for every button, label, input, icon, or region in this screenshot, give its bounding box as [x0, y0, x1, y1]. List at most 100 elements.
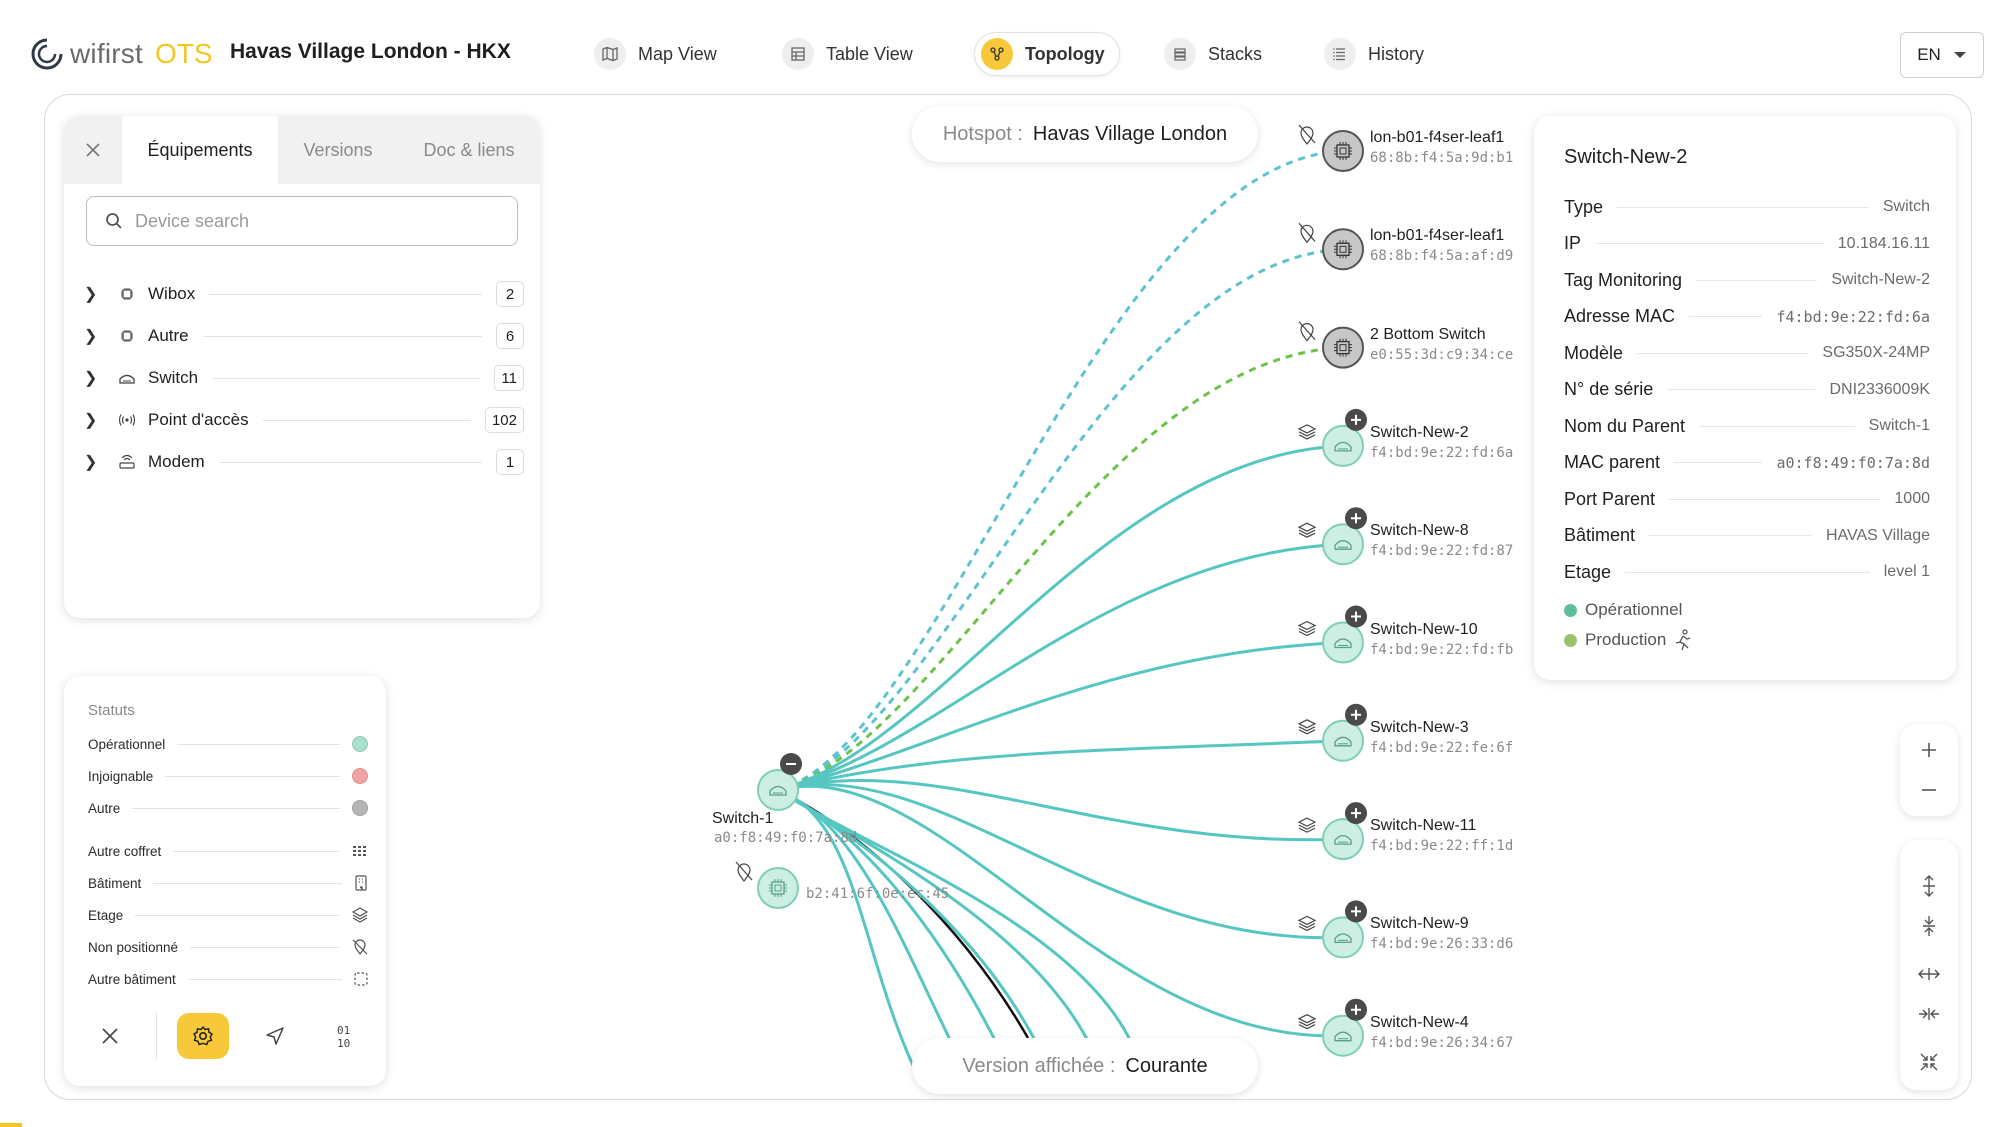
building-icon [355, 875, 367, 891]
status-production: Production [1564, 628, 1692, 652]
node-mac: f4:bd:9e:26:34:67 [1370, 1034, 1514, 1051]
detail-key: Modèle [1564, 342, 1624, 363]
category-autre[interactable]: ❯ Autre 6 [84, 320, 524, 352]
collapse-vertical-icon [1923, 916, 1935, 936]
child-node-3[interactable] [1297, 408, 1367, 467]
legend-row-non-positionne: Non positionné [88, 936, 368, 958]
device-details-panel: Switch-New-2 Type Switch IP 10.184.16.11 Tag… [1534, 116, 1956, 680]
child-node-8[interactable] [1297, 900, 1367, 959]
node-name: 2 Bottom Switch [1370, 325, 1486, 343]
divider [173, 850, 340, 852]
gear-icon [193, 1026, 213, 1046]
category-switch[interactable]: ❯ Switch 11 [84, 362, 524, 394]
graph-links [777, 149, 1344, 1081]
tab-versions[interactable]: Versions [278, 116, 398, 184]
search-input[interactable] [135, 210, 505, 232]
category-label: Modem [148, 452, 205, 471]
legend-toolbar: 01 10 [64, 1006, 386, 1066]
locate-button[interactable] [249, 1013, 301, 1059]
settings-button[interactable] [177, 1013, 229, 1059]
node-name: lon-b01-f4ser-leaf1 [1370, 129, 1505, 146]
layers-icon [1297, 1014, 1317, 1030]
detail-value: SG350X-24MP [1822, 344, 1930, 361]
detail-value: Switch-New-2 [1831, 271, 1930, 288]
fit-view-button[interactable] [1900, 1042, 1958, 1082]
zoom-out-button[interactable] [1900, 770, 1958, 810]
child-node-1[interactable] [1298, 222, 1364, 271]
close-panel-button[interactable] [64, 116, 122, 184]
node-name: Switch-1 [712, 810, 774, 827]
node-name: lon-b01-f4ser-leaf1 [1370, 227, 1505, 245]
chip-icon [112, 286, 142, 302]
detail-value: f4:bd:9e:22:fd:6a [1776, 307, 1930, 326]
child-node-2[interactable] [1298, 321, 1364, 369]
detail-row: Tag Monitoring Switch-New-2 [1564, 267, 1930, 293]
root-node[interactable] [757, 753, 802, 811]
version-indicator[interactable]: Version affichée : Courante [912, 1038, 1258, 1094]
legend-row-batiment: Bâtiment [88, 872, 368, 894]
layers-icon [1297, 522, 1317, 538]
child-node-9[interactable] [1297, 998, 1367, 1057]
node-circle [1322, 719, 1364, 762]
collapse-horizontal-button[interactable] [1900, 994, 1958, 1034]
divider [218, 461, 482, 463]
device-search[interactable] [86, 196, 518, 246]
legend-label: Autre coffret [88, 843, 162, 859]
node-circle [757, 769, 799, 811]
category-modem[interactable]: ❯ Modem 1 [84, 446, 524, 478]
node-name: Switch-New-10 [1370, 620, 1478, 638]
chevron-right-icon[interactable]: ❯ [84, 326, 104, 346]
node-mac: f4:bd:9e:22:fd:6a [1370, 444, 1514, 461]
node-mac: f4:bd:9e:22:fd:87 [1370, 543, 1514, 560]
layers-icon [1297, 817, 1317, 833]
chevron-right-icon[interactable]: ❯ [84, 284, 104, 304]
node-circle [1322, 523, 1364, 566]
collapse-horizontal-icon [1919, 1008, 1939, 1020]
equipment-tabs: Équipements Versions Doc & liens [64, 116, 540, 184]
expand-horizontal-button[interactable] [1900, 954, 1958, 994]
detail-key: Port Parent [1564, 488, 1656, 509]
detail-row: Nom du Parent Switch-1 [1564, 413, 1930, 439]
category-point-acces[interactable]: ❯ Point d'accès 102 [84, 404, 524, 436]
link-offscreen-2 [777, 788, 1002, 1051]
divider [209, 293, 482, 295]
chevron-right-icon[interactable]: ❯ [84, 368, 104, 388]
detail-value: DNI2336009K [1829, 380, 1930, 398]
category-wibox[interactable]: ❯ Wibox 2 [84, 278, 524, 310]
svg-text:01: 01 [337, 1024, 350, 1037]
divider [1595, 243, 1824, 244]
detail-value: 1000 [1894, 490, 1930, 507]
child-node-5[interactable] [1297, 605, 1367, 664]
expand-horizontal-icon [1918, 968, 1940, 980]
orphan-node[interactable] [735, 861, 799, 909]
close-legend-button[interactable] [84, 1013, 136, 1059]
child-node-0[interactable] [1298, 124, 1364, 172]
chevron-right-icon[interactable]: ❯ [84, 410, 104, 430]
divider [187, 978, 342, 980]
tab-equipements[interactable]: Équipements [122, 116, 278, 184]
svg-text:10: 10 [337, 1037, 350, 1049]
layers-icon [1297, 719, 1317, 735]
node-circle [1322, 621, 1364, 664]
node-circle [757, 867, 799, 909]
expand-vertical-button[interactable] [1900, 866, 1958, 906]
child-node-4[interactable] [1297, 507, 1367, 566]
zoom-in-button[interactable] [1900, 730, 1958, 770]
node-name: Switch-New-9 [1370, 915, 1469, 933]
status-label: Opérationnel [1585, 600, 1683, 619]
child-node-6[interactable] [1297, 703, 1367, 762]
details-title: Switch-New-2 [1564, 146, 1688, 168]
node-mac: f4:bd:9e:22:fd:fb [1370, 641, 1514, 658]
binary-toggle-button[interactable]: 01 10 [321, 1013, 373, 1059]
divider [153, 882, 342, 884]
tab-doc-liens[interactable]: Doc & liens [398, 116, 540, 184]
running-person-icon [1676, 629, 1691, 651]
chevron-right-icon[interactable]: ❯ [84, 452, 104, 472]
divider [1617, 206, 1869, 208]
version-key: Version affichée : [962, 1054, 1116, 1077]
expand-vertical-icon [1923, 875, 1935, 897]
detail-row: Bâtiment HAVAS Village [1564, 523, 1930, 549]
collapse-vertical-button[interactable] [1900, 906, 1958, 946]
child-node-7[interactable] [1297, 802, 1367, 861]
detail-value: level 1 [1883, 563, 1930, 580]
